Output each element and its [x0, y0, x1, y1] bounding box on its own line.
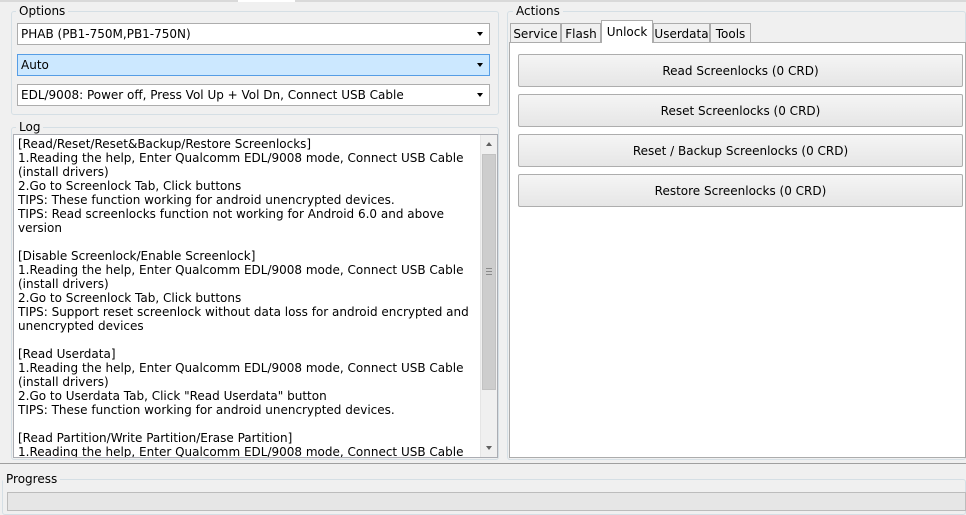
model-select[interactable]: PHAB (PB1-750M,PB1-750N) [17, 23, 490, 45]
window-top-edge [0, 0, 966, 2]
log-scrollbar[interactable] [480, 135, 497, 457]
tab-label: Userdata [654, 26, 709, 41]
progress-bar [7, 492, 966, 511]
scroll-down-arrow-icon[interactable] [481, 439, 497, 456]
model-select-value: PHAB (PB1-750M,PB1-750N) [21, 27, 191, 41]
progress-legend: Progress [3, 472, 61, 486]
button-label: Read Screenlocks (0 CRD) [662, 63, 819, 78]
scrollbar-thumb[interactable] [482, 154, 496, 390]
reset-screenlocks-button[interactable]: Reset Screenlocks (0 CRD) [518, 94, 963, 127]
tab-tools[interactable]: Tools [710, 23, 751, 43]
read-screenlocks-button[interactable]: Read Screenlocks (0 CRD) [518, 54, 963, 87]
options-legend: Options [16, 4, 69, 18]
grip-line [486, 271, 492, 272]
tab-flash[interactable]: Flash [561, 23, 601, 43]
progress-divider [0, 463, 966, 464]
grip-line [486, 274, 492, 275]
grip-line [486, 268, 492, 269]
connection-mode-select-value: EDL/9008: Power off, Press Vol Up + Vol … [21, 88, 404, 102]
tab-label: Flash [565, 26, 597, 41]
window-top-edge-highlight [238, 0, 295, 2]
tab-label: Service [513, 26, 558, 41]
tab-label: Tools [715, 26, 746, 41]
tab-service[interactable]: Service [510, 23, 561, 43]
log-text: [Read/Reset/Reset&Backup/Restore Screenl… [18, 137, 469, 458]
button-label: Restore Screenlocks (0 CRD) [654, 183, 827, 198]
reset-backup-screenlocks-button[interactable]: Reset / Backup Screenlocks (0 CRD) [518, 134, 963, 167]
button-label: Reset / Backup Screenlocks (0 CRD) [632, 143, 849, 158]
tab-userdata[interactable]: Userdata [653, 23, 710, 43]
restore-screenlocks-button[interactable]: Restore Screenlocks (0 CRD) [518, 174, 963, 207]
chevron-down-icon [473, 24, 489, 44]
tab-label: Unlock [606, 25, 648, 39]
button-label: Reset Screenlocks (0 CRD) [660, 103, 821, 118]
chevron-down-icon [473, 85, 489, 105]
mode-select[interactable]: Auto [17, 54, 490, 76]
tab-unlock[interactable]: Unlock [601, 20, 653, 43]
log-textbox[interactable]: [Read/Reset/Reset&Backup/Restore Screenl… [13, 134, 498, 458]
chevron-down-icon [473, 55, 489, 75]
scroll-up-arrow-icon[interactable] [481, 136, 497, 153]
log-legend: Log [16, 120, 44, 134]
actions-legend: Actions [513, 4, 563, 18]
mode-select-value: Auto [21, 58, 49, 72]
connection-mode-select[interactable]: EDL/9008: Power off, Press Vol Up + Vol … [17, 84, 490, 106]
